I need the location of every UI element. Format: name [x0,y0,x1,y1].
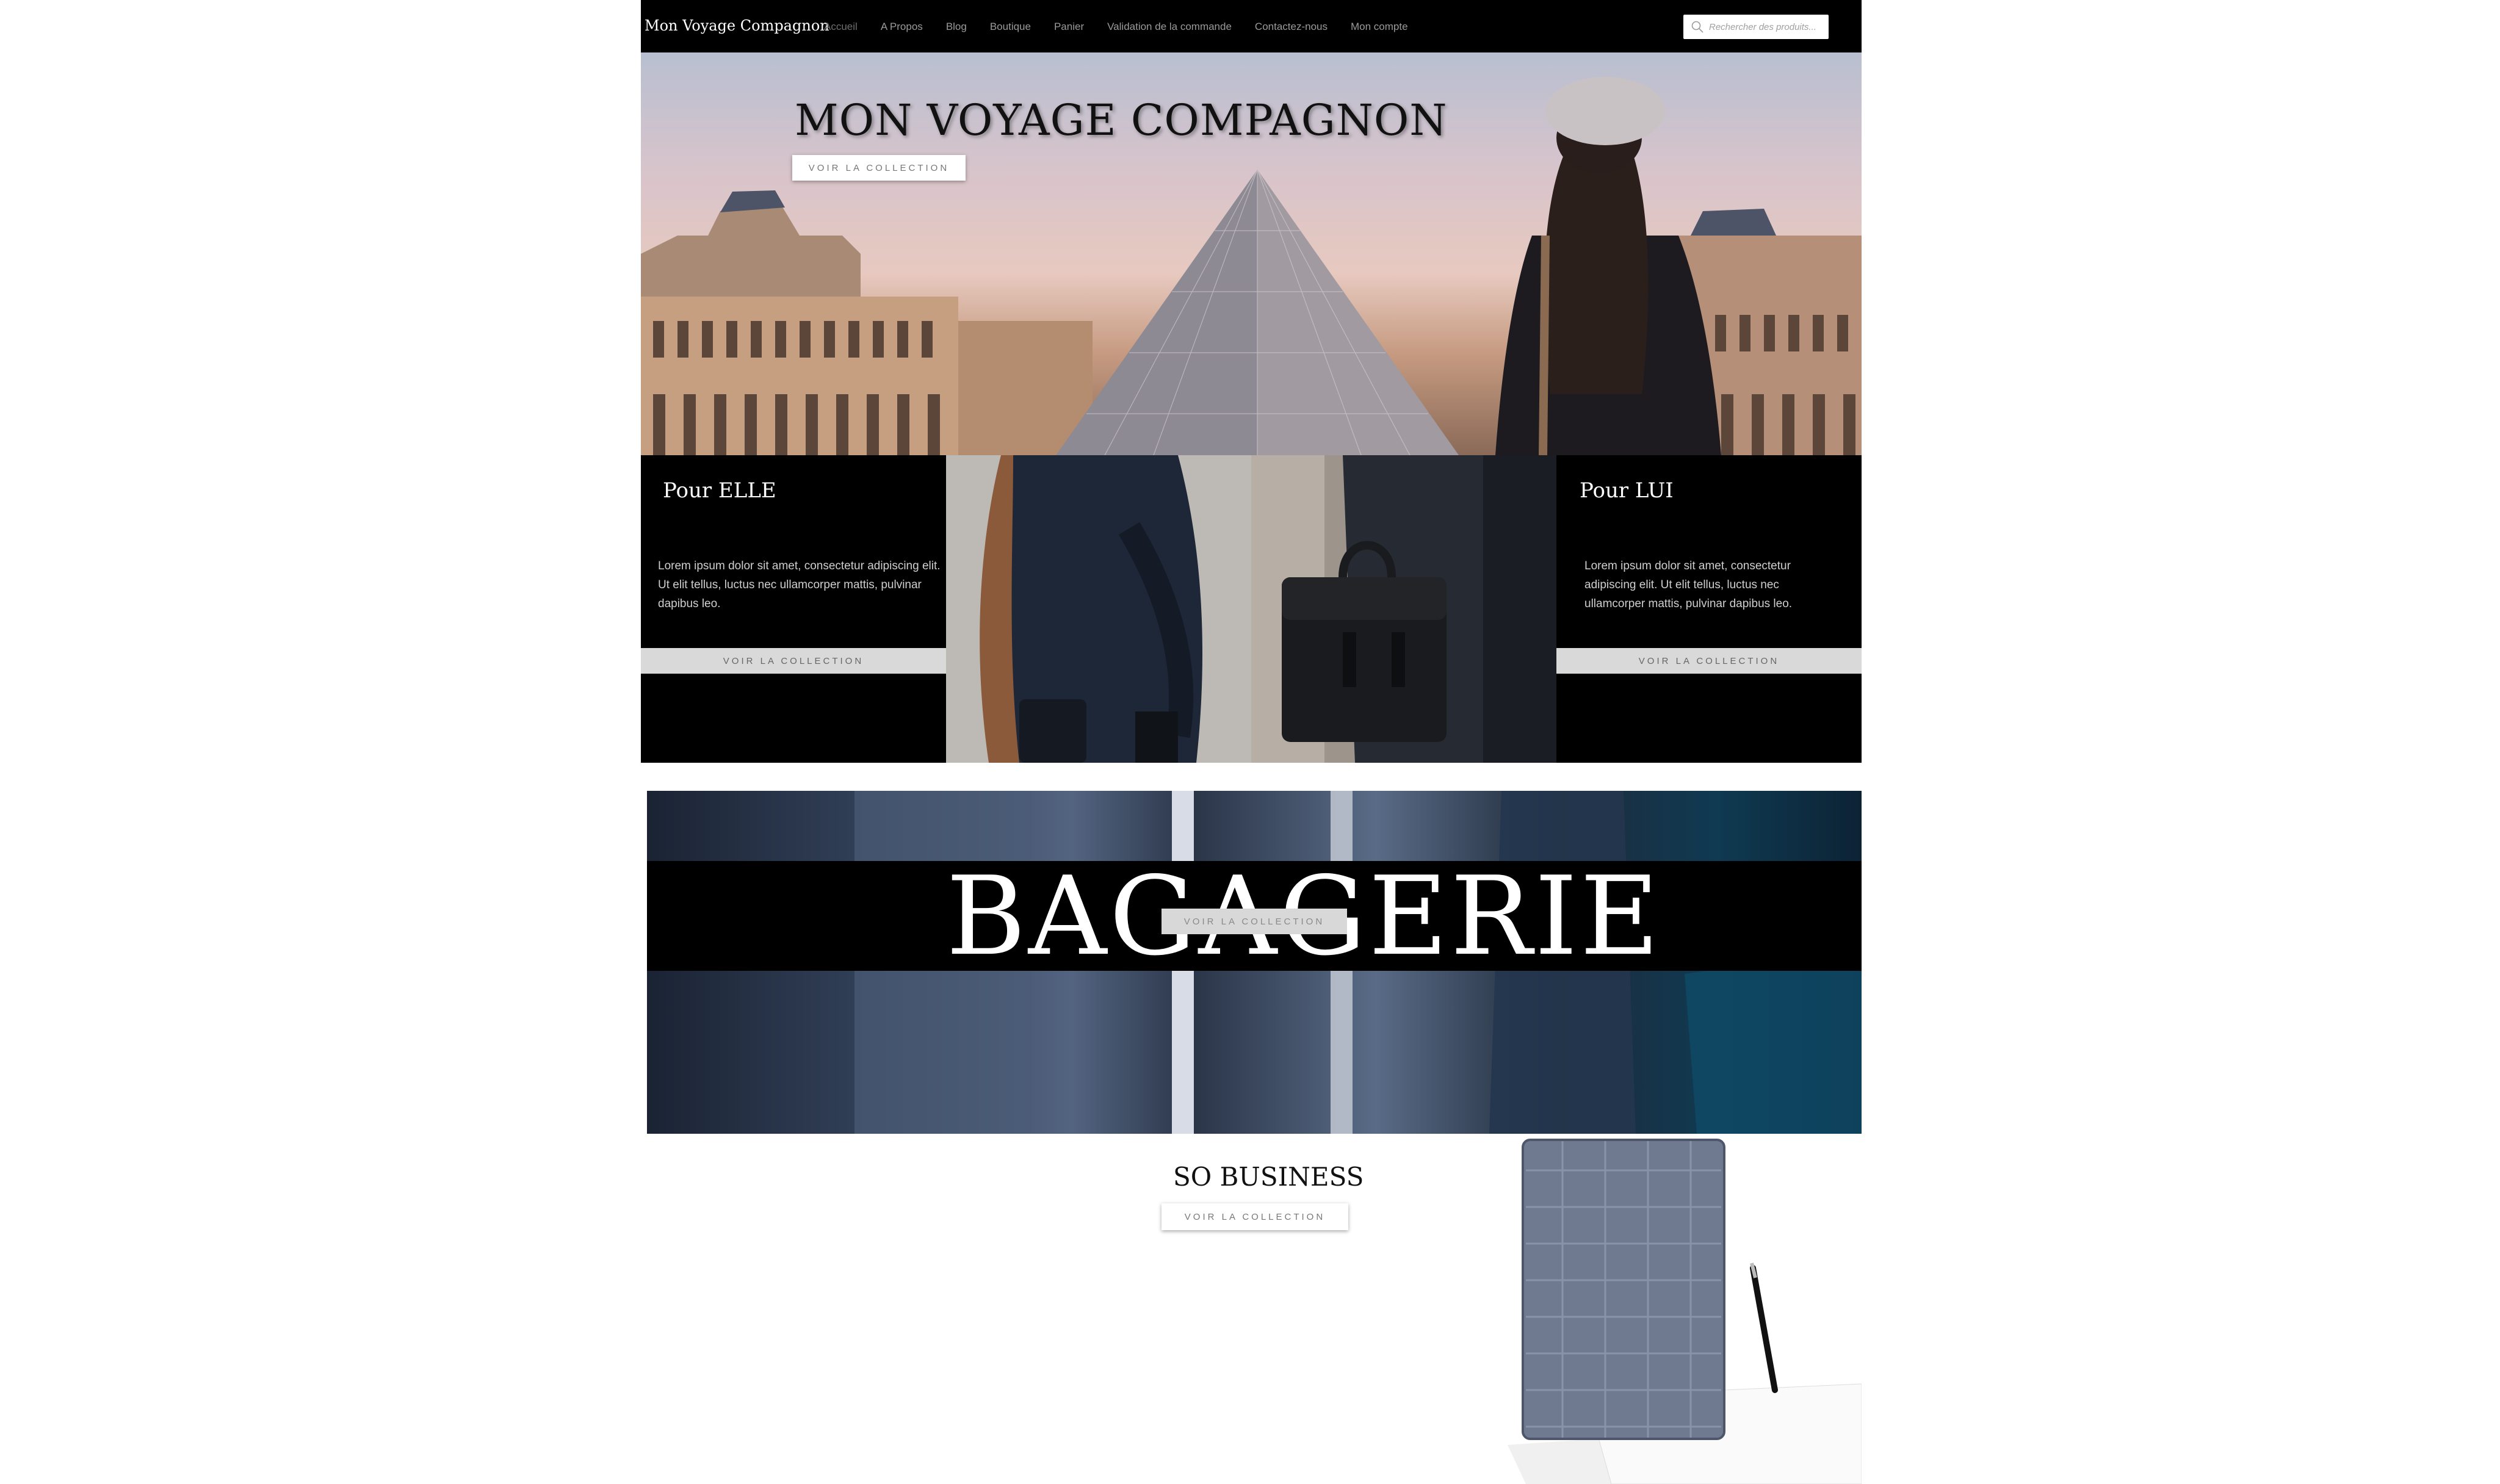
pour-elle-collection-button[interactable]: VOIR LA COLLECTION [641,648,946,674]
hero-title: MON VOYAGE COMPAGNON [795,95,1448,145]
pour-lui-collection-button[interactable]: VOIR LA COLLECTION [1556,648,1862,674]
nav-item-a-propos[interactable]: A Propos [881,21,923,33]
so-business-collection-button[interactable]: VOIR LA COLLECTION [1161,1203,1348,1230]
search-placeholder: Rechercher des produits... [1709,21,1816,32]
hero-collection-button[interactable]: VOIR LA COLLECTION [792,155,966,181]
man-briefcase-photo [1251,455,1556,763]
nav-item-mon-compte[interactable]: Mon compte [1351,21,1408,33]
nav-item-blog[interactable]: Blog [946,21,967,33]
pour-lui-title: Pour LUI [1580,478,1674,503]
site: Mon Voyage Compagnon Accueil A Propos Bl… [641,0,1862,1484]
man-briefcase-image [1251,455,1556,763]
nav-item-panier[interactable]: Panier [1054,21,1084,33]
main-menu: Accueil A Propos Blog Boutique Panier Va… [824,21,1408,33]
pour-elle-text: Lorem ipsum dolor sit amet, consectetur … [658,560,941,610]
nav-item-accueil[interactable]: Accueil [824,21,858,33]
bagagerie-banner: BAGAGERIE VOIR LA COLLECTION [647,791,1862,1134]
woman-bag-photo [946,455,1251,763]
site-brand[interactable]: Mon Voyage Compagnon [645,17,829,34]
pour-lui-text: Lorem ipsum dolor sit amet, consectetur … [1584,560,1793,610]
woman-bag-image [946,455,1251,763]
nav-item-boutique[interactable]: Boutique [990,21,1031,33]
pour-elle-title: Pour ELLE [663,478,776,503]
top-nav: Mon Voyage Compagnon Accueil A Propos Bl… [641,0,1862,52]
hero-banner: MON VOYAGE COMPAGNON VOIR LA COLLECTION [641,52,1862,455]
panel-pour-lui: Pour LUI Lorem ipsum dolor sit amet, con… [1556,455,1862,763]
nav-item-validation[interactable]: Validation de la commande [1107,21,1232,33]
bagagerie-collection-button[interactable]: VOIR LA COLLECTION [1161,909,1347,934]
feature-row: Pour ELLE Lorem ipsum dolor sit amet, co… [641,455,1862,763]
so-business-section: SO BUSINESS VOIR LA COLLECTION [647,1134,1862,1484]
nav-item-contact[interactable]: Contactez-nous [1255,21,1328,33]
so-business-title: SO BUSINESS [1173,1162,1364,1192]
panel-pour-elle: Pour ELLE Lorem ipsum dolor sit amet, co… [641,455,946,763]
search-icon [1691,21,1703,33]
search-input[interactable]: Rechercher des produits... [1683,15,1829,39]
croc-portfolio-image [1434,1134,1862,1484]
